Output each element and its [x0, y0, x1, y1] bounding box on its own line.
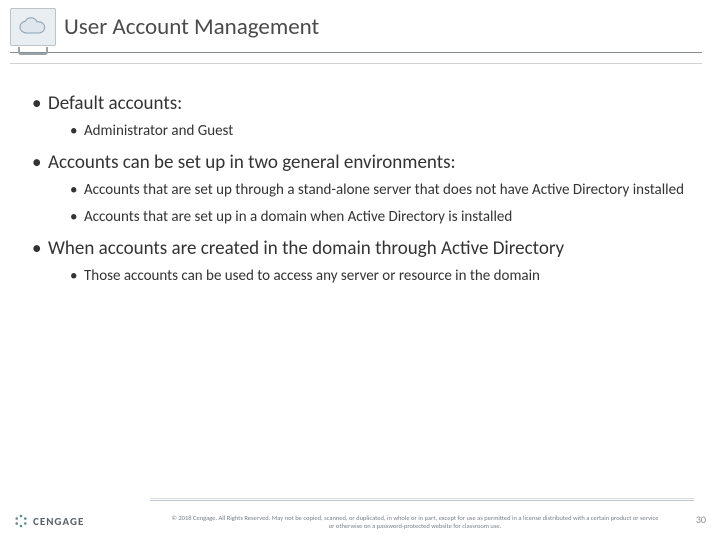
list-item: When accounts are created in the domain …	[30, 237, 690, 286]
asterisk-icon	[14, 514, 28, 528]
slide: User Account Management Default accounts…	[0, 0, 720, 540]
footer-rule	[150, 498, 694, 499]
brand-logo: CENGAGE	[14, 514, 84, 528]
list-item: Accounts can be set up in two general en…	[30, 151, 690, 227]
list-item: Accounts that are set up in a domain whe…	[48, 207, 690, 227]
bullet-list: Default accounts: Administrator and Gues…	[30, 92, 690, 286]
list-item: Default accounts: Administrator and Gues…	[30, 92, 690, 141]
list-item: Accounts that are set up through a stand…	[48, 180, 690, 200]
slide-header: User Account Management	[0, 0, 720, 46]
bullet-text: Accounts can be set up in two general en…	[48, 151, 456, 174]
bullet-text: Default accounts:	[48, 92, 182, 115]
bullet-text: Administrator and Guest	[84, 122, 233, 140]
page-number: 30	[696, 513, 706, 526]
brand-text: CENGAGE	[33, 515, 84, 528]
list-item: Those accounts can be used to access any…	[48, 266, 690, 286]
copyright-text: © 2018 Cengage. All Rights Reserved. May…	[170, 514, 660, 530]
cloud-icon	[10, 8, 56, 46]
slide-title: User Account Management	[64, 13, 319, 41]
slide-body: Default accounts: Administrator and Gues…	[0, 64, 720, 286]
slide-footer: CENGAGE © 2018 Cengage. All Rights Reser…	[0, 492, 720, 540]
list-item: Administrator and Guest	[48, 121, 690, 141]
bullet-text: Accounts that are set up in a domain whe…	[84, 208, 512, 226]
bullet-text: Those accounts can be used to access any…	[84, 267, 540, 285]
title-underline	[10, 52, 702, 53]
bullet-text: Accounts that are set up through a stand…	[84, 181, 684, 199]
bullet-text: When accounts are created in the domain …	[48, 237, 564, 260]
footer-rule-dark	[150, 500, 694, 501]
